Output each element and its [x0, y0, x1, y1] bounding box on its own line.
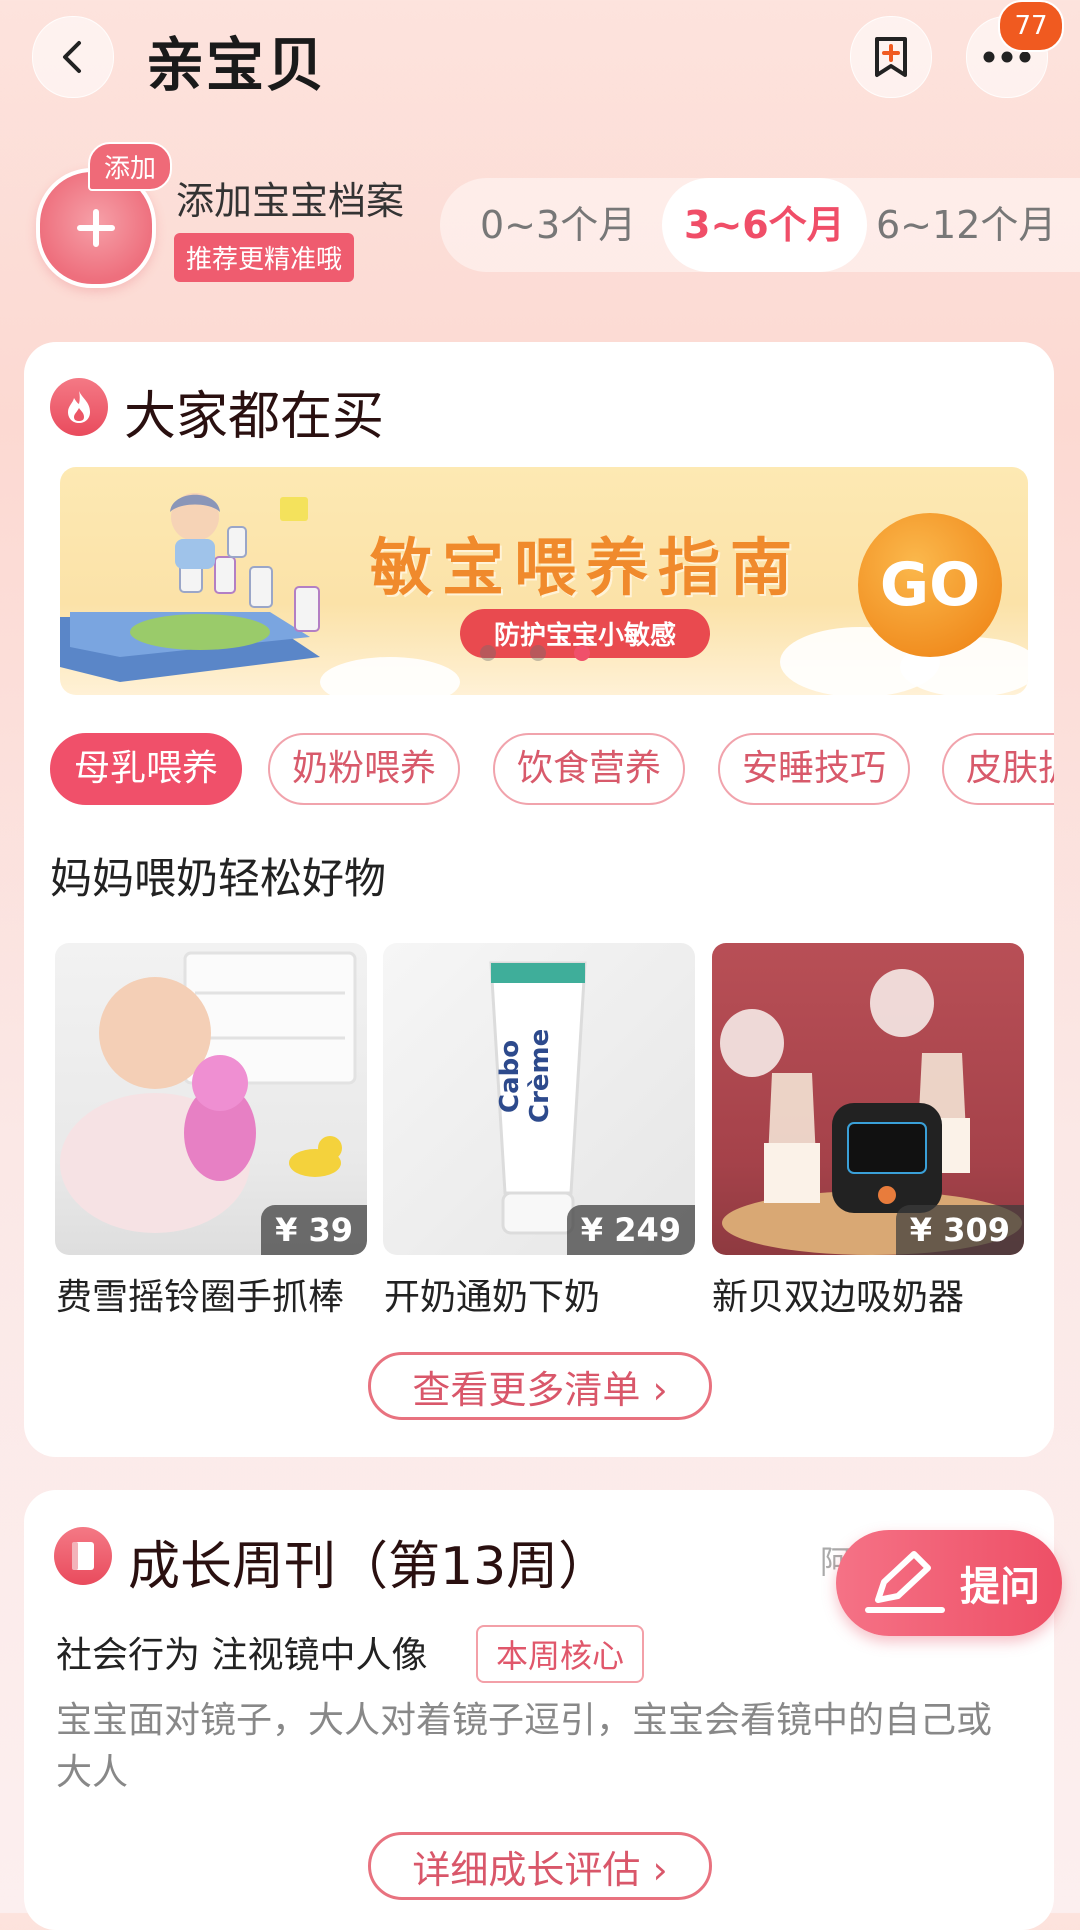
svg-text:Cabo: Cabo	[495, 1040, 525, 1113]
growth-item-title: 社会行为 注视镜中人像	[56, 1635, 428, 1676]
hot-section-title: 大家都在买	[124, 387, 385, 447]
chip-formula[interactable]: 奶粉喂养	[268, 733, 461, 805]
price-tag: ¥ 249	[566, 1205, 695, 1255]
chip-skincare[interactable]: 皮肤护	[942, 733, 1054, 805]
carousel-dot[interactable]	[480, 645, 496, 661]
age-tab-0-3[interactable]: 0~3个月	[480, 178, 636, 272]
age-tab-6-12[interactable]: 6~12个月	[876, 178, 1056, 272]
age-tab-bar: 0~3个月 3~6个月 6~12个月	[440, 178, 1080, 272]
add-tag: 添加	[88, 142, 173, 191]
product-image-breast-pump[interactable]: ¥ 309	[712, 943, 1024, 1255]
banner-go-button[interactable]: GO	[858, 513, 1002, 657]
profile-tip-badge: 推荐更精准哦	[174, 233, 355, 282]
growth-description: 宝宝面对镜子，大人对着镜子逗引，宝宝会看镜中的自己或大人	[56, 1700, 993, 1793]
product-image-cream[interactable]: Cabo Crème ¥ 249	[383, 943, 695, 1255]
chevron-left-icon	[63, 41, 81, 73]
carousel-dot[interactable]	[530, 645, 546, 661]
price-tag: ¥ 309	[895, 1205, 1024, 1255]
notification-badge: 77	[998, 0, 1064, 52]
product-name[interactable]: 新贝双边吸奶器	[712, 1268, 964, 1320]
product-image-rattle[interactable]: ¥ 39	[55, 943, 367, 1255]
chip-nutrition[interactable]: 饮食营养	[493, 733, 686, 805]
growth-section-title: 成长周刊（第13周）	[128, 1537, 611, 1597]
product-name[interactable]: 费雪摇铃圈手抓棒	[56, 1268, 344, 1320]
plus-icon	[77, 209, 115, 247]
ask-label: 提问	[960, 1564, 1040, 1610]
ask-question-button[interactable]: 提问	[836, 1530, 1062, 1636]
carousel-dot-active[interactable]	[574, 645, 590, 661]
age-tab-3-6[interactable]: 3~6个月	[662, 178, 867, 272]
price-tag: ¥ 39	[261, 1205, 367, 1255]
product-name[interactable]: 开奶通奶下奶	[384, 1268, 600, 1320]
page-title: 亲宝贝	[146, 31, 327, 99]
back-button[interactable]	[32, 16, 114, 98]
bookmark-plus-icon	[875, 37, 907, 77]
chip-sleep[interactable]: 安睡技巧	[718, 733, 911, 805]
list-title: 妈妈喂奶轻松好物	[50, 854, 387, 903]
pencil-icon	[865, 1551, 945, 1613]
product-display-illustration	[60, 493, 320, 682]
fire-icon	[50, 378, 108, 436]
feeding-guide-banner[interactable]: 敏宝喂养指南 防护宝宝小敏感 GO	[60, 467, 1028, 695]
growth-detail-button[interactable]: 详细成长评估 ›	[368, 1832, 712, 1900]
more-dots-icon	[983, 51, 1031, 63]
add-profile-title[interactable]: 添加宝宝档案	[176, 170, 404, 225]
bookmark-add-button[interactable]	[850, 16, 932, 98]
view-more-button[interactable]: 查看更多清单 ›	[368, 1352, 712, 1420]
chip-breastfeeding[interactable]: 母乳喂养	[50, 733, 243, 805]
banner-title: 敏宝喂养指南	[370, 531, 803, 604]
book-icon	[54, 1527, 112, 1585]
svg-text:Crème: Crème	[525, 1029, 555, 1123]
core-tag: 本周核心	[476, 1625, 645, 1683]
